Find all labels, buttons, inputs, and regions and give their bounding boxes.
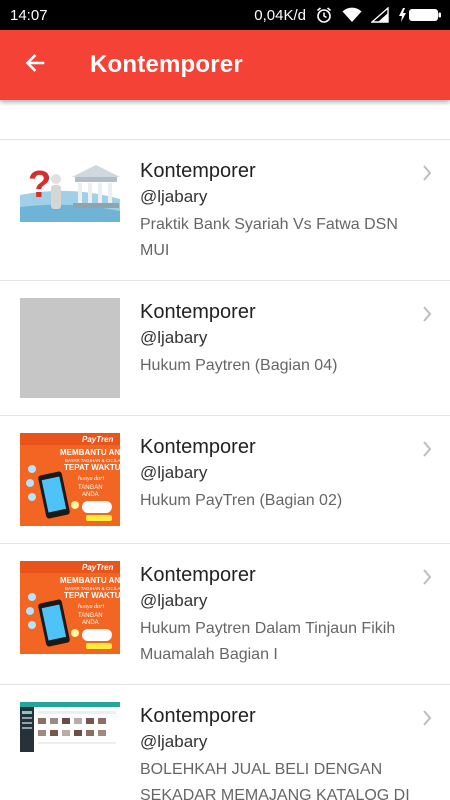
arrow-back-icon xyxy=(23,51,47,80)
list-item[interactable]: PayTren MEMBANTU ANDA BAYAR TAGIHAN & CI… xyxy=(0,544,450,685)
chevron-right-icon xyxy=(422,709,432,732)
alarm-icon xyxy=(315,6,333,24)
article-list: ? Kontemporer @ljabary Praktik Bank Syar… xyxy=(0,100,450,800)
list-item-handle: @ljabary xyxy=(140,328,208,347)
svg-text:ANDA: ANDA xyxy=(82,492,99,498)
list-item-text: Kontemporer @ljabary BOLEHKAH JUAL BELI … xyxy=(140,703,414,800)
list-item-text: Kontemporer @ljabary Hukum Paytren Dalam… xyxy=(140,562,414,668)
back-button[interactable] xyxy=(0,30,70,100)
status-time: 14:07 xyxy=(10,6,48,24)
list-item-title: Kontemporer xyxy=(140,705,256,727)
list-item-description: Praktik Bank Syariah Vs Fatwa DSN MUI xyxy=(140,216,398,259)
status-icons: 0,04K/d xyxy=(254,6,442,24)
list-item-text: Kontemporer @ljabary Hukum PayTren (Bagi… xyxy=(140,434,414,514)
list-item[interactable]: PayTren MEMBANTU ANDA BAYAR TAGIHAN & CI… xyxy=(0,416,450,544)
svg-text:PayTren: PayTren xyxy=(82,563,114,572)
list-item[interactable]: ? Kontemporer @ljabary Praktik Bank Syar… xyxy=(0,140,450,281)
chevron-right-icon xyxy=(422,305,432,328)
list-item-title: Kontemporer xyxy=(140,301,256,323)
paytren-promo-image: PayTren MEMBANTU ANDA BAYAR TAGIHAN & CI… xyxy=(20,561,120,654)
gray-placeholder-image xyxy=(20,298,120,398)
list-item-description: Hukum Paytren Dalam Tinjaun Fikih Muamal… xyxy=(140,620,396,663)
catalog-screenshot-image xyxy=(20,702,120,752)
list-item-handle: @ljabary xyxy=(140,463,208,482)
list-item-handle: @ljabary xyxy=(140,591,208,610)
svg-text:ANDA: ANDA xyxy=(82,620,99,626)
svg-text:TANGAN: TANGAN xyxy=(78,485,103,491)
list-item[interactable]: Kontemporer @ljabary BOLEHKAH JUAL BELI … xyxy=(0,685,450,800)
list-item-handle: @ljabary xyxy=(140,732,208,751)
list-item-title: Kontemporer xyxy=(140,564,256,586)
page-title: Kontemporer xyxy=(90,51,243,78)
battery-charging-icon xyxy=(398,6,442,24)
wifi-icon xyxy=(342,7,362,23)
list-item-title: Kontemporer xyxy=(140,160,256,182)
list-item-title: Kontemporer xyxy=(140,436,256,458)
svg-text:TEPAT WAKTU: TEPAT WAKTU xyxy=(64,463,120,472)
list-header-spacer xyxy=(0,100,450,140)
chevron-right-icon xyxy=(422,164,432,187)
svg-text:PayTren: PayTren xyxy=(82,435,114,444)
list-item-description: Hukum Paytren (Bagian 04) xyxy=(140,357,338,374)
list-item[interactable]: Kontemporer @ljabary Hukum Paytren (Bagi… xyxy=(0,281,450,416)
network-speed: 0,04K/d xyxy=(254,6,306,24)
app-bar: Kontemporer xyxy=(0,30,450,100)
chevron-right-icon xyxy=(422,440,432,463)
paytren-promo-image: PayTren MEMBANTU ANDA BAYAR TAGIHAN & CI… xyxy=(20,433,120,526)
svg-text:TANGAN: TANGAN xyxy=(78,613,103,619)
list-item-text: Kontemporer @ljabary Hukum Paytren (Bagi… xyxy=(140,299,414,379)
chevron-right-icon xyxy=(422,568,432,591)
status-bar: 14:07 0,04K/d xyxy=(0,0,450,30)
list-item-handle: @ljabary xyxy=(140,187,208,206)
signal-icon xyxy=(371,7,389,23)
svg-text:?: ? xyxy=(28,164,51,206)
list-item-description: BOLEHKAH JUAL BELI DENGAN SEKADAR MEMAJA… xyxy=(140,761,410,800)
list-item-description: Hukum PayTren (Bagian 02) xyxy=(140,492,343,509)
bank-syariah-question-image: ? xyxy=(20,157,120,222)
svg-text:hanya dari: hanya dari xyxy=(78,604,104,610)
list-item-text: Kontemporer @ljabary Praktik Bank Syaria… xyxy=(140,158,414,264)
svg-text:MEMBANTU ANDA: MEMBANTU ANDA xyxy=(60,448,120,457)
svg-text:MEMBANTU ANDA: MEMBANTU ANDA xyxy=(60,576,120,585)
svg-text:TEPAT WAKTU: TEPAT WAKTU xyxy=(64,591,120,600)
svg-text:hanya dari: hanya dari xyxy=(78,476,104,482)
